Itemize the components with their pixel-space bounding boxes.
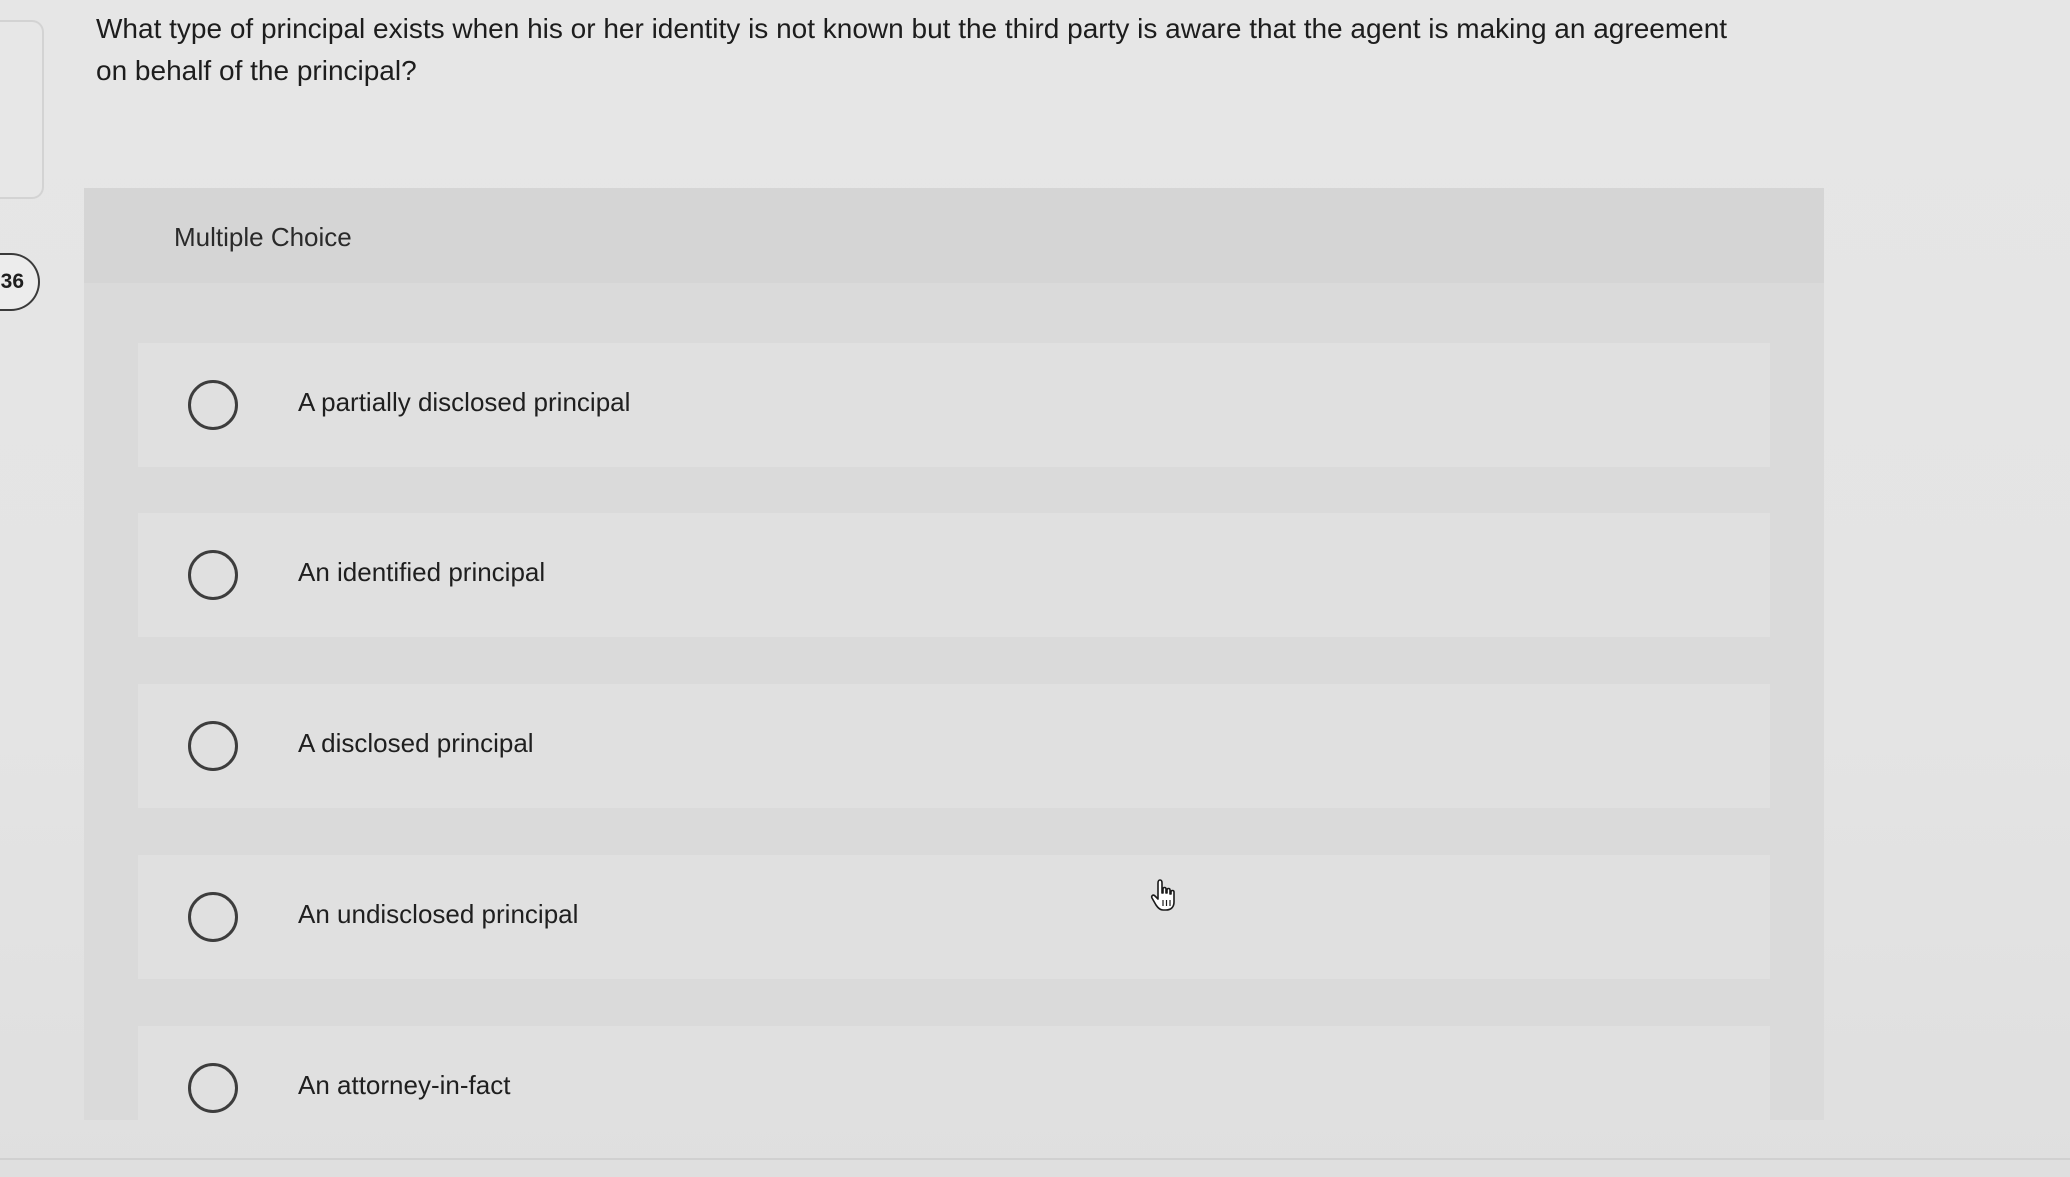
radio-button[interactable] — [188, 550, 238, 600]
choice-label: A disclosed principal — [298, 728, 534, 758]
multiple-choice-header: Multiple Choice — [84, 188, 1824, 283]
timer-badge: :36 — [0, 253, 40, 311]
choice-option[interactable]: An identified principal — [138, 513, 1770, 637]
multiple-choice-panel: Multiple Choice A partially disclosed pr… — [84, 188, 1824, 1120]
choice-label: An identified principal — [298, 557, 546, 587]
multiple-choice-title: Multiple Choice — [174, 222, 352, 252]
choice-label: An undisclosed principal — [298, 899, 579, 929]
side-tab[interactable] — [0, 20, 44, 199]
choice-option[interactable]: A disclosed principal — [138, 684, 1770, 808]
radio-button[interactable] — [188, 721, 238, 771]
choice-option[interactable]: An undisclosed principal — [138, 855, 1770, 979]
question-text: What type of principal exists when his o… — [96, 13, 1728, 86]
choice-option[interactable]: An attorney-in-fact — [138, 1026, 1770, 1120]
radio-button[interactable] — [188, 1063, 238, 1113]
choice-option[interactable]: A partially disclosed principal — [138, 343, 1770, 467]
radio-button[interactable] — [188, 892, 238, 942]
divider — [0, 1158, 2070, 1160]
hand-pointer-icon — [1150, 879, 1175, 911]
radio-button[interactable] — [188, 380, 238, 430]
choice-label: A partially disclosed principal — [298, 387, 631, 417]
choice-label: An attorney-in-fact — [298, 1070, 511, 1100]
